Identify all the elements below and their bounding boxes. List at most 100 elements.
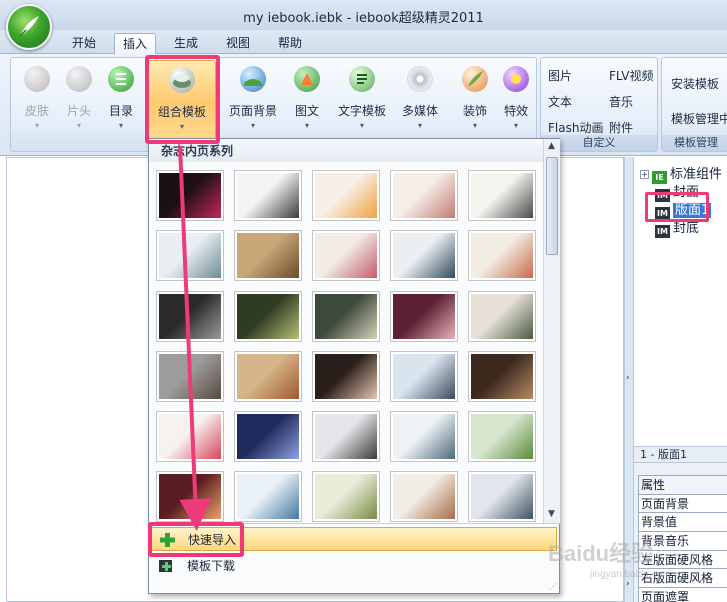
- template-thumbnail[interactable]: [468, 411, 536, 462]
- template-preview-image: [159, 294, 221, 339]
- template-thumbnail[interactable]: [156, 471, 224, 522]
- intro-button[interactable]: 片头 ▾: [59, 66, 99, 138]
- tab-generate[interactable]: 生成: [164, 33, 208, 54]
- template-manager-button[interactable]: 模板管理中: [671, 110, 727, 127]
- page-background-icon: [240, 66, 266, 92]
- resize-grip-icon[interactable]: ⋰: [549, 582, 557, 591]
- ribbon-group-templates: 安装模板 模板管理中 模板管理: [661, 57, 727, 152]
- template-thumbnail[interactable]: [468, 230, 536, 281]
- template-thumbnail[interactable]: [234, 230, 302, 281]
- collapse-arrow-icon[interactable]: ›: [626, 579, 630, 589]
- page-background-button[interactable]: 页面背景 ▾: [225, 66, 281, 138]
- template-thumbnail[interactable]: [234, 411, 302, 462]
- text-template-button[interactable]: 文字模板 ▾: [333, 66, 391, 138]
- template-preview-image: [471, 354, 533, 399]
- window-title: my iebook.iebk - iebook超级精灵2011: [243, 11, 484, 26]
- skin-button[interactable]: 皮肤 ▾: [17, 66, 57, 138]
- custom-music-button[interactable]: 音乐: [609, 93, 633, 110]
- template-thumbnail[interactable]: [468, 351, 536, 402]
- property-row[interactable]: 页面遮罩: [638, 588, 727, 602]
- template-thumbnail[interactable]: [156, 411, 224, 462]
- template-preview-image: [315, 294, 377, 339]
- template-thumbnail[interactable]: [312, 230, 380, 281]
- template-thumbnail[interactable]: [234, 170, 302, 221]
- custom-flash-button[interactable]: Flash动画: [548, 119, 603, 136]
- template-preview-image: [159, 414, 221, 459]
- template-thumbnail[interactable]: [156, 230, 224, 281]
- template-preview-image: [393, 354, 455, 399]
- template-preview-image: [237, 233, 299, 278]
- template-preview-image: [471, 294, 533, 339]
- app-menu-button[interactable]: [6, 4, 52, 50]
- scroll-thumb[interactable]: [546, 157, 558, 255]
- template-thumbnail[interactable]: [468, 291, 536, 342]
- chevron-down-icon: ▾: [359, 121, 364, 130]
- template-group-label: 模板管理: [662, 135, 727, 151]
- template-thumbnail[interactable]: [312, 411, 380, 462]
- tab-view[interactable]: 视图: [216, 33, 260, 54]
- custom-image-button[interactable]: 图片: [548, 67, 572, 84]
- custom-text-button[interactable]: 文本: [548, 93, 572, 110]
- property-row[interactable]: 背景值: [638, 513, 727, 533]
- template-thumbnail[interactable]: [312, 291, 380, 342]
- template-preview-image: [237, 294, 299, 339]
- scroll-down-icon[interactable]: ▼: [548, 509, 555, 519]
- multimedia-button[interactable]: 多媒体 ▾: [397, 66, 443, 138]
- template-preview-image: [315, 354, 377, 399]
- effects-button[interactable]: 特效 ▾: [497, 66, 535, 138]
- collapse-arrow-icon[interactable]: ›: [626, 373, 630, 383]
- template-thumbnail[interactable]: [390, 411, 458, 462]
- chevron-down-icon: ▾: [472, 121, 477, 130]
- dropdown-scrollbar[interactable]: ▲ ▼: [543, 139, 560, 523]
- template-thumbnail[interactable]: [312, 351, 380, 402]
- template-preview-image: [237, 354, 299, 399]
- template-thumbnail[interactable]: [390, 351, 458, 402]
- template-preview-image: [315, 414, 377, 459]
- template-thumbnail[interactable]: [390, 230, 458, 281]
- properties-header: 属性: [638, 476, 727, 495]
- property-row[interactable]: 页面背景: [638, 494, 727, 514]
- template-thumbnail[interactable]: [468, 170, 536, 221]
- template-preview-image: [159, 474, 221, 519]
- template-thumbnail[interactable]: [234, 351, 302, 402]
- toc-button[interactable]: 目录 ▾: [101, 66, 141, 138]
- template-thumbnail[interactable]: [390, 170, 458, 221]
- template-preview-image: [471, 173, 533, 218]
- tab-start[interactable]: 开始: [62, 33, 106, 54]
- properties-title: 1 - 版面1: [634, 447, 727, 463]
- decoration-icon: [462, 66, 488, 92]
- template-thumbnail[interactable]: [390, 471, 458, 522]
- template-thumbnail[interactable]: [468, 471, 536, 522]
- template-preview-image: [237, 414, 299, 459]
- template-thumbnail[interactable]: [156, 291, 224, 342]
- template-thumbnail[interactable]: [234, 471, 302, 522]
- chevron-down-icon: ▾: [513, 121, 518, 130]
- template-preview-image: [315, 173, 377, 218]
- template-thumbnail[interactable]: [156, 351, 224, 402]
- chevron-down-icon: ▾: [118, 121, 123, 130]
- image-text-button[interactable]: 图文 ▾: [287, 66, 327, 138]
- install-template-button[interactable]: 安装模板: [671, 75, 719, 92]
- template-preview-image: [159, 233, 221, 278]
- template-thumbnail[interactable]: [156, 170, 224, 221]
- template-preview-image: [159, 354, 221, 399]
- template-preview-image: [471, 414, 533, 459]
- decoration-button[interactable]: 装饰 ▾: [455, 66, 495, 138]
- template-preview-image: [237, 173, 299, 218]
- scroll-up-icon[interactable]: ▲: [548, 141, 555, 151]
- chevron-down-icon: ▾: [34, 121, 39, 130]
- template-download-item[interactable]: 模板下载: [151, 554, 557, 578]
- template-preview-image: [159, 173, 221, 218]
- template-thumbnail[interactable]: [390, 291, 458, 342]
- template-preview-image: [393, 414, 455, 459]
- custom-attachment-button[interactable]: 附件: [609, 119, 633, 136]
- tab-insert[interactable]: 插入: [114, 33, 156, 54]
- tab-help[interactable]: 帮助: [268, 33, 312, 54]
- image-text-icon: [294, 66, 320, 92]
- template-thumbnail[interactable]: [312, 170, 380, 221]
- template-thumbnail[interactable]: [312, 471, 380, 522]
- template-thumbnail[interactable]: [234, 291, 302, 342]
- custom-flv-button[interactable]: FLV视频: [609, 67, 653, 84]
- expand-icon[interactable]: +: [640, 170, 649, 179]
- quill-icon: [19, 16, 39, 37]
